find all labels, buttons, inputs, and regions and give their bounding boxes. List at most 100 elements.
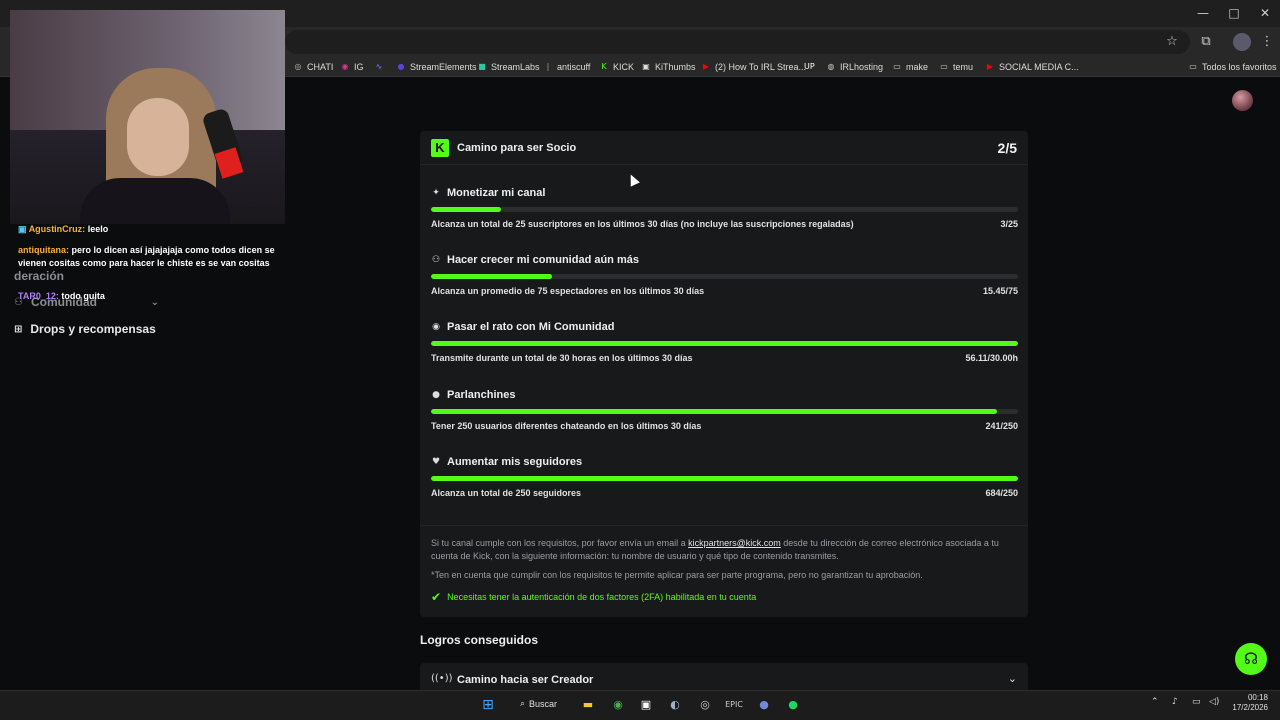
requirement-title: ♥ Aumentar mis seguidores	[431, 456, 582, 468]
requirement-description: Alcanza un total de 25 suscriptores en l…	[431, 219, 854, 229]
progress-bar-fill	[431, 274, 552, 279]
monitor-icon[interactable]: ▭	[1192, 697, 1201, 707]
bookmark-item[interactable]: ◍ IRLhosting	[826, 60, 884, 74]
volume-icon[interactable]: ◁)	[1209, 697, 1219, 707]
taskbar-search-label: Buscar	[529, 699, 558, 709]
system-clock[interactable]: 00:18 17/2/2026	[1228, 693, 1268, 713]
bookmark-label: KiThumbs	[655, 62, 696, 72]
card-header: K Camino para ser Socio 2/5	[420, 131, 1028, 165]
requirement-title: ● Parlanchines	[431, 389, 515, 401]
windows-start-icon[interactable]: ⊞	[479, 696, 497, 714]
chat-bubble-icon: ●	[432, 390, 440, 400]
nav-drops[interactable]: ⊞ Drops y recompensas	[14, 322, 156, 336]
folder-icon: ▭	[940, 62, 948, 71]
progress-bar	[431, 409, 1018, 414]
app-icon[interactable]: ◎	[696, 696, 714, 714]
bookmark-label: SOCIAL MEDIA C...	[999, 62, 1079, 72]
microphone-icon[interactable]: ♪	[1172, 697, 1178, 707]
extensions-icon[interactable]: ⧉	[1197, 33, 1215, 51]
kick-logo-icon: K	[431, 139, 449, 157]
requirement-description: Alcanza un total de 250 seguidores	[431, 488, 582, 498]
antiscuff-icon: |	[546, 62, 550, 71]
partner-progress-count: 2/5	[997, 140, 1017, 156]
bookmark-item[interactable]: ◎ CHATI	[293, 60, 334, 74]
bookmark-star-icon[interactable]: ☆	[1163, 33, 1181, 51]
bookmark-label: StreamLabs	[491, 62, 540, 72]
requirement-value: 3/25	[1000, 219, 1018, 229]
clock-time: 00:18	[1247, 693, 1268, 702]
community-icon: ⚇	[431, 255, 441, 265]
steam-icon[interactable]: ◐	[666, 696, 684, 714]
nav-drops-label: Drops y recompensas	[30, 322, 156, 336]
requirement-value: 684/250	[985, 488, 1018, 498]
tray-chevron-icon[interactable]: ⌃	[1151, 697, 1159, 707]
close-window-button[interactable]: ✕	[1258, 6, 1272, 20]
up-icon: UP	[804, 62, 815, 71]
kick-icon: K	[601, 62, 607, 71]
screen: — □ ✕ ☆ ⧉ ⋮ ◎ CHATI ◉ IG ∿ ● StreamElements ■ St…	[0, 0, 1280, 720]
instagram-icon: ◉	[341, 62, 349, 71]
address-bar[interactable]	[285, 30, 1190, 54]
divider	[420, 525, 1028, 526]
all-bookmarks-label: Todos los favoritos	[1202, 62, 1277, 72]
epic-games-icon[interactable]: EPIC	[725, 696, 743, 714]
bookmark-item[interactable]: ∿	[374, 60, 384, 74]
requirement-item: ⚇ Hacer crecer mi comunidad aún más Alcanz…	[431, 254, 1018, 299]
youtube-icon: ▶	[986, 62, 994, 71]
requirement-value: 15.45/75	[982, 286, 1018, 296]
requirement-title-text: Hacer crecer mi comunidad aún más	[447, 254, 639, 266]
achievements-title: Logros conseguidos	[420, 633, 539, 647]
bookmark-item[interactable]: ▶ (2) How To IRL Strea...	[701, 60, 806, 74]
chrome-icon[interactable]: ◉	[609, 696, 627, 714]
user-avatar[interactable]	[1232, 90, 1253, 111]
creator-card-title: Camino hacia ser Creador	[457, 674, 594, 686]
bookmark-item[interactable]: ▣ KiThumbs	[641, 60, 696, 74]
support-headset-button[interactable]: ☊	[1235, 643, 1267, 675]
chat-badge-icon: ▣	[18, 224, 27, 234]
file-explorer-icon[interactable]: ▬	[579, 696, 597, 714]
bookmark-item[interactable]: K KICK	[599, 60, 634, 74]
broadcast-icon: ((•))	[431, 673, 453, 684]
spotify-icon[interactable]: ●	[784, 696, 802, 714]
youtube-icon: ▶	[702, 62, 710, 71]
nav-moderation[interactable]: deración	[14, 269, 64, 283]
bookmark-item[interactable]: | antiscuff	[543, 60, 591, 74]
check-icon: ✔	[431, 590, 442, 604]
creator-path-card[interactable]: ((•)) Camino hacia ser Creador ⌄	[420, 663, 1028, 690]
profile-icon[interactable]	[1233, 33, 1251, 51]
menu-kebab-icon[interactable]: ⋮	[1258, 33, 1276, 51]
bookmark-item[interactable]: ▶ SOCIAL MEDIA C...	[985, 60, 1079, 74]
chat-username: AgustinCruz:	[28, 224, 86, 234]
progress-bar	[431, 207, 1018, 212]
gift-icon: ⊞	[14, 323, 23, 335]
folder-icon: ▭	[1189, 62, 1197, 71]
bookmark-label: IG	[354, 62, 364, 72]
progress-bar	[431, 341, 1018, 346]
minimize-button[interactable]: —	[1196, 6, 1210, 20]
bookmark-item[interactable]: ■ StreamLabs	[477, 60, 540, 74]
requirement-description: Alcanza un promedio de 75 espectadores e…	[431, 286, 705, 296]
taskbar-search[interactable]: ⌕ Buscar	[514, 694, 569, 714]
all-bookmarks[interactable]: ▭ Todos los favoritos	[1188, 60, 1277, 74]
chevron-down-icon[interactable]: ⌄	[1008, 672, 1017, 685]
email-link[interactable]: kickpartners@kick.com	[688, 538, 781, 548]
requirement-title-text: Parlanchines	[447, 389, 516, 401]
requirement-description: Tener 250 usuarios diferentes chateando …	[431, 421, 702, 431]
tab-strip[interactable]	[285, 0, 1185, 27]
bookmark-item[interactable]: UP	[804, 60, 815, 74]
requirement-title-text: Monetizar mi canal	[447, 187, 546, 199]
bookmark-item[interactable]: ▭ make	[892, 60, 928, 74]
kithumbs-icon: ▣	[642, 62, 650, 71]
card-title: Camino para ser Socio	[457, 142, 577, 154]
chat-username: TAR0_12:	[18, 291, 59, 301]
folder-icon: ▭	[893, 62, 901, 71]
maximize-button[interactable]: □	[1227, 6, 1241, 20]
bookmark-item[interactable]: ▭ temu	[939, 60, 973, 74]
bookmark-item[interactable]: ● StreamElements	[396, 60, 477, 74]
discord-icon[interactable]: ●	[755, 696, 773, 714]
sparkle-icon: ✦	[432, 188, 440, 198]
capcut-icon[interactable]: ▣	[637, 696, 655, 714]
partner-instructions: Si tu canal cumple con los requisitos, p…	[431, 537, 1016, 563]
bookmark-label: IRLhosting	[840, 62, 884, 72]
bookmark-item[interactable]: ◉ IG	[340, 60, 364, 74]
